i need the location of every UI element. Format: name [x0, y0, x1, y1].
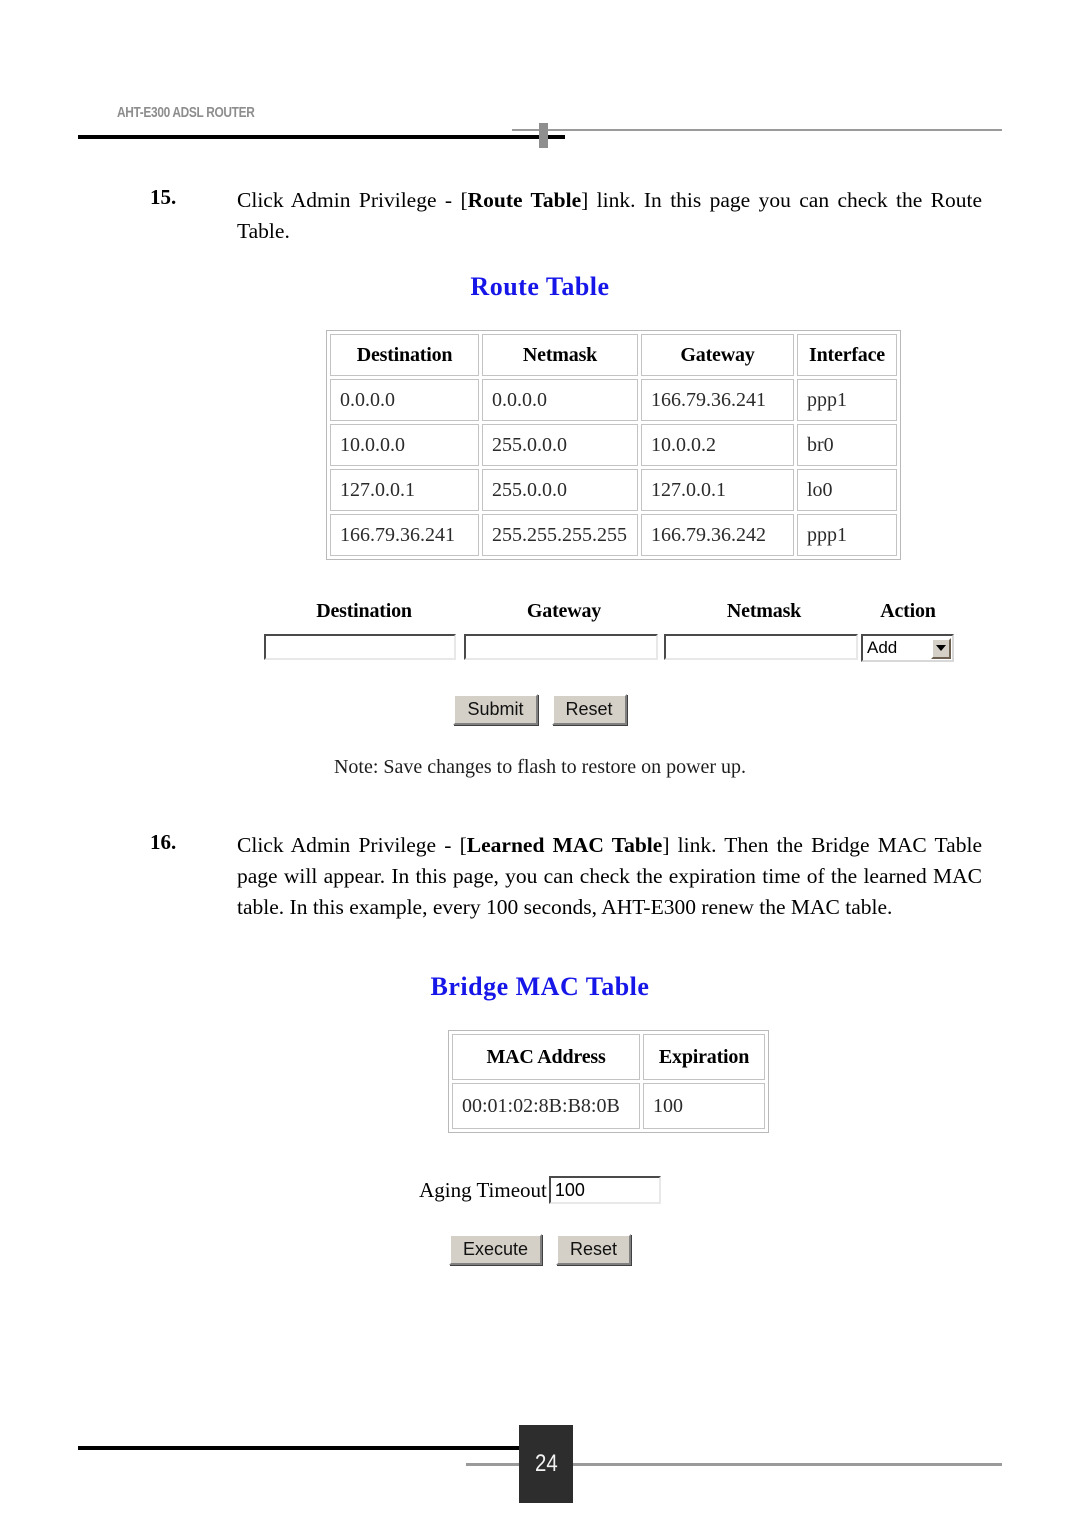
route-cell-gateway: 166.79.36.241 — [641, 379, 794, 421]
route-form-fields: Add — [264, 634, 956, 666]
step-15-text-before: Click Admin Privilege - [ — [237, 188, 468, 212]
footer-rule-dark — [78, 1446, 543, 1450]
route-cell-gateway: 127.0.0.1 — [641, 469, 794, 511]
route-table-col-netmask: Netmask — [482, 334, 638, 376]
label-gateway: Gateway — [526, 600, 602, 622]
action-select-value: Add — [867, 638, 898, 657]
mac-table-col-expiration: Expiration — [643, 1034, 765, 1080]
route-table-col-interface: Interface — [797, 334, 897, 376]
step-16-link-name: Learned MAC Table — [466, 833, 663, 857]
route-cell-gateway: 10.0.0.2 — [641, 424, 794, 466]
route-cell-interface: lo0 — [797, 469, 897, 511]
page-number: 24 — [534, 1450, 558, 1477]
destination-input[interactable] — [264, 634, 456, 660]
page-number-box: 24 — [519, 1425, 573, 1503]
aging-timeout-input[interactable] — [548, 1176, 661, 1204]
bridge-mac-buttons: Execute Reset — [0, 1234, 1080, 1265]
route-cell-netmask: 255.255.255.255 — [482, 514, 638, 556]
execute-button[interactable]: Execute — [448, 1234, 542, 1265]
label-action: Action — [880, 600, 936, 622]
label-netmask: Netmask — [726, 600, 802, 622]
route-cell-destination: 166.79.36.241 — [330, 514, 479, 556]
route-cell-interface: ppp1 — [797, 514, 897, 556]
step-15-link-name: Route Table — [467, 188, 582, 212]
route-cell-destination: 127.0.0.1 — [330, 469, 479, 511]
route-cell-destination: 10.0.0.0 — [330, 424, 479, 466]
header-tick-mark — [539, 123, 548, 148]
route-table-col-gateway: Gateway — [641, 334, 794, 376]
label-destination: Destination — [316, 600, 412, 622]
mac-table-col-address: MAC Address — [452, 1034, 640, 1080]
table-row: 10.0.0.0 255.0.0.0 10.0.0.2 br0 — [330, 424, 897, 466]
page-footer: 24 — [0, 1400, 1080, 1503]
header-rule-dark — [78, 135, 565, 139]
route-form-buttons: Submit Reset — [0, 694, 1080, 725]
step-16-text: Click Admin Privilege - [Learned MAC Tab… — [237, 830, 982, 923]
chevron-down-icon[interactable] — [931, 637, 951, 659]
mac-cell-address: 00:01:02:8B:B8:0B — [452, 1083, 640, 1129]
aging-timeout-row: Aging Timeout — [0, 1176, 1080, 1204]
step-16-number: 16. — [150, 830, 177, 854]
header-rule-light — [512, 129, 1002, 131]
table-row: 127.0.0.1 255.0.0.0 127.0.0.1 lo0 — [330, 469, 897, 511]
step-15-text: Click Admin Privilege - [Route Table] li… — [237, 185, 982, 247]
reset-button[interactable]: Reset — [556, 1234, 632, 1265]
step-16: 16. Click Admin Privilege - [Learned MAC… — [150, 830, 1010, 923]
route-cell-gateway: 166.79.36.242 — [641, 514, 794, 556]
submit-button[interactable]: Submit — [453, 694, 538, 725]
route-form-labels: Destination Gateway Netmask Action — [264, 600, 956, 630]
table-row: 00:01:02:8B:B8:0B 100 — [452, 1083, 765, 1129]
step-15: 15. Click Admin Privilege - [Route Table… — [150, 185, 1010, 247]
route-table-col-destination: Destination — [330, 334, 479, 376]
route-cell-interface: ppp1 — [797, 379, 897, 421]
gateway-input[interactable] — [464, 634, 658, 660]
route-table: Destination Netmask Gateway Interface 0.… — [326, 330, 901, 560]
route-table-note: Note: Save changes to flash to restore o… — [333, 756, 747, 778]
route-table-heading: Route Table — [470, 272, 610, 301]
route-cell-netmask: 255.0.0.0 — [482, 424, 638, 466]
netmask-input[interactable] — [664, 634, 858, 660]
aging-timeout-label: Aging Timeout — [419, 1177, 547, 1202]
step-16-text-before: Click Admin Privilege - [ — [237, 833, 467, 857]
running-header-title: AHT-E300 ADSL ROUTER — [117, 105, 255, 121]
bridge-mac-table-heading: Bridge MAC Table — [430, 972, 650, 1001]
route-cell-netmask: 0.0.0.0 — [482, 379, 638, 421]
running-header: AHT-E300 ADSL ROUTER — [0, 105, 1080, 153]
route-cell-netmask: 255.0.0.0 — [482, 469, 638, 511]
route-cell-interface: br0 — [797, 424, 897, 466]
table-row: 166.79.36.241 255.255.255.255 166.79.36.… — [330, 514, 897, 556]
action-select[interactable]: Add — [861, 634, 954, 662]
route-table-header-row: Destination Netmask Gateway Interface — [330, 334, 897, 376]
reset-button[interactable]: Reset — [551, 694, 627, 725]
mac-table-header-row: MAC Address Expiration — [452, 1034, 765, 1080]
route-cell-destination: 0.0.0.0 — [330, 379, 479, 421]
table-row: 0.0.0.0 0.0.0.0 166.79.36.241 ppp1 — [330, 379, 897, 421]
mac-cell-expiration: 100 — [643, 1083, 765, 1129]
bridge-mac-table: MAC Address Expiration 00:01:02:8B:B8:0B… — [448, 1030, 769, 1133]
step-15-number: 15. — [150, 185, 177, 209]
route-add-form: Destination Gateway Netmask Action Add — [264, 600, 956, 666]
